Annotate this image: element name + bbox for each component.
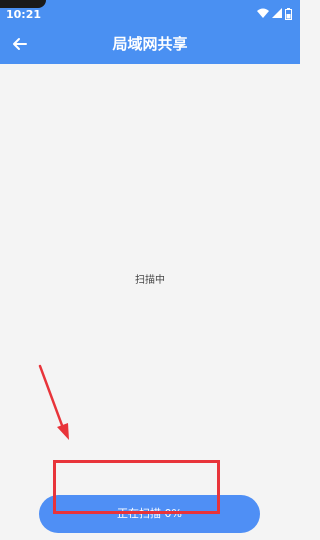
- page-title: 局域网共享: [112, 35, 188, 53]
- wifi-icon: [257, 8, 269, 18]
- status-time: 10:21: [6, 8, 42, 21]
- battery-icon: [285, 8, 292, 20]
- content-area: 扫描中: [0, 64, 300, 540]
- signal-icon: [272, 8, 282, 18]
- app-bar: 局域网共享: [0, 24, 300, 64]
- camera-cutout: [0, 0, 46, 8]
- arrow-left-icon: [13, 38, 27, 50]
- scan-status-text: 扫描中: [135, 275, 165, 286]
- lan-share-screen: 10:21 局域网共享 扫描中 正在扫描 0%: [0, 0, 300, 540]
- scan-button[interactable]: 正在扫描 0%: [39, 495, 260, 533]
- back-button[interactable]: [8, 32, 32, 56]
- status-icons: [254, 8, 292, 20]
- scan-button-label: 正在扫描 0%: [117, 507, 182, 520]
